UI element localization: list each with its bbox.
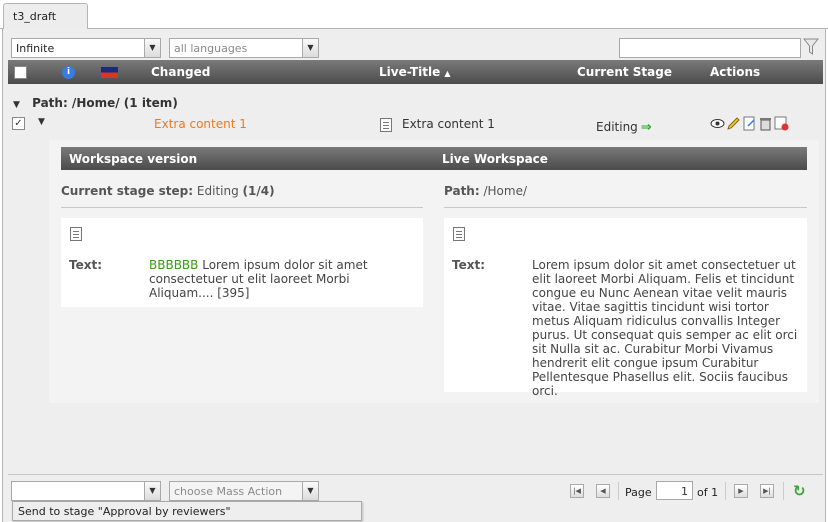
workspace-version-card: Text: BBBBBB Lorem ipsum dolor sit amet … <box>61 218 423 307</box>
stage-step-close: ) <box>269 184 275 198</box>
expand-triangle-icon[interactable]: ▼ <box>38 117 45 127</box>
preview-icon[interactable] <box>710 116 725 131</box>
divider <box>444 207 807 208</box>
bottom-divider <box>8 474 823 475</box>
column-live-title-label: Live-Title <box>379 65 441 79</box>
text-label: Text: <box>452 258 486 272</box>
path-label: Path: <box>444 184 480 198</box>
tab-label: t3_draft <box>13 10 57 23</box>
inserted-text: BBBBBB <box>149 258 199 272</box>
pager-separator <box>725 482 726 500</box>
mass-action-placeholder: choose Mass Action <box>174 485 283 498</box>
column-actions: Actions <box>710 65 761 79</box>
pager-separator <box>783 482 784 500</box>
page-number-input[interactable]: 1 <box>656 481 693 500</box>
row-changed[interactable]: Extra content 1 <box>154 117 247 131</box>
grid-header: i Changed Live-Title ▲ Current Stage Act… <box>8 60 823 84</box>
stage-step-name: Editing <box>196 184 239 198</box>
current-stage-step: Current stage step: Editing (1/4) <box>61 184 275 198</box>
sort-asc-icon: ▲ <box>444 69 451 78</box>
info-icon: i <box>62 66 75 79</box>
refresh-icon[interactable]: ↻ <box>793 482 806 500</box>
next-page-button[interactable]: ▶ <box>734 484 748 498</box>
pager-separator <box>618 482 619 500</box>
edit-icon[interactable] <box>726 116 741 131</box>
content-element-icon <box>70 227 82 241</box>
path-value: /Home/ <box>483 184 528 198</box>
content-element-icon <box>453 227 465 241</box>
tab-t3-draft[interactable]: t3_draft <box>3 3 88 29</box>
live-text: Lorem ipsum dolor sit amet consectetuer … <box>532 258 798 398</box>
search-input[interactable] <box>619 38 801 58</box>
table-row[interactable]: ✓ ▼ Extra content 1 Extra content 1 Edit… <box>8 112 823 138</box>
first-page-button[interactable]: |◀ <box>570 484 584 498</box>
column-current-stage[interactable]: Current Stage <box>577 65 672 79</box>
stage-action-select[interactable]: ▼ <box>11 481 161 501</box>
group-row[interactable]: ▼ Path: /Home/ (1 item) <box>13 96 178 110</box>
collapse-triangle-icon[interactable]: ▼ <box>13 100 20 110</box>
page-label: Page <box>625 486 652 499</box>
live-path: Path: /Home/ <box>444 184 527 198</box>
chevron-down-icon[interactable]: ▼ <box>144 482 160 500</box>
stage-step-label: Current stage step: <box>61 184 194 198</box>
language-value: all languages <box>174 42 248 55</box>
row-live-title: Extra content 1 <box>402 117 495 131</box>
stage-step-count: 1/4 <box>248 184 270 198</box>
row-stage-label: Editing <box>596 120 638 134</box>
version-detail-panel: Workspace version Live Workspace Current… <box>49 140 819 403</box>
content-element-icon <box>380 118 392 132</box>
history-icon[interactable] <box>774 116 789 131</box>
mass-action-select[interactable]: choose Mass Action ▼ <box>169 481 319 501</box>
chevron-down-icon[interactable]: ▼ <box>302 39 318 57</box>
stage-tooltip: Send to stage "Approval by reviewers" <box>12 501 362 521</box>
filter-icon[interactable] <box>803 38 819 56</box>
depth-select[interactable]: Infinite ▼ <box>11 38 161 58</box>
open-page-icon[interactable] <box>742 116 757 131</box>
chevron-down-icon[interactable]: ▼ <box>144 39 160 57</box>
language-select[interactable]: all languages ▼ <box>169 38 319 58</box>
divider <box>61 207 423 208</box>
text-label: Text: <box>69 258 103 272</box>
live-workspace-title: Live Workspace <box>442 152 548 166</box>
language-flag-icon <box>101 67 118 78</box>
live-workspace-card: Text: Lorem ipsum dolor sit amet consect… <box>444 218 807 398</box>
tab-bar: t3_draft <box>0 0 828 29</box>
row-stage: Editing ⇒ <box>596 120 652 135</box>
workspace-panel: Infinite ▼ all languages ▼ i Changed Liv… <box>2 29 826 522</box>
workspace-version-title: Workspace version <box>69 152 198 166</box>
group-label: Path: /Home/ (1 item) <box>32 96 178 110</box>
column-live-title[interactable]: Live-Title ▲ <box>379 65 451 79</box>
workspace-text: BBBBBB Lorem ipsum dolor sit amet consec… <box>149 258 415 300</box>
prev-page-button[interactable]: ◀ <box>596 484 610 498</box>
workspace-version-header: Workspace version <box>61 147 441 170</box>
live-workspace-header: Live Workspace <box>436 147 807 170</box>
page-count: of 1 <box>697 486 719 499</box>
last-page-button[interactable]: ▶| <box>760 484 774 498</box>
row-checkbox[interactable]: ✓ <box>12 117 25 130</box>
column-changed[interactable]: Changed <box>151 65 210 79</box>
select-all-checkbox[interactable] <box>14 66 27 79</box>
depth-value: Infinite <box>16 42 55 55</box>
chevron-down-icon[interactable]: ▼ <box>302 482 318 500</box>
next-stage-arrow-icon[interactable]: ⇒ <box>641 120 652 135</box>
discard-icon[interactable] <box>758 116 773 131</box>
